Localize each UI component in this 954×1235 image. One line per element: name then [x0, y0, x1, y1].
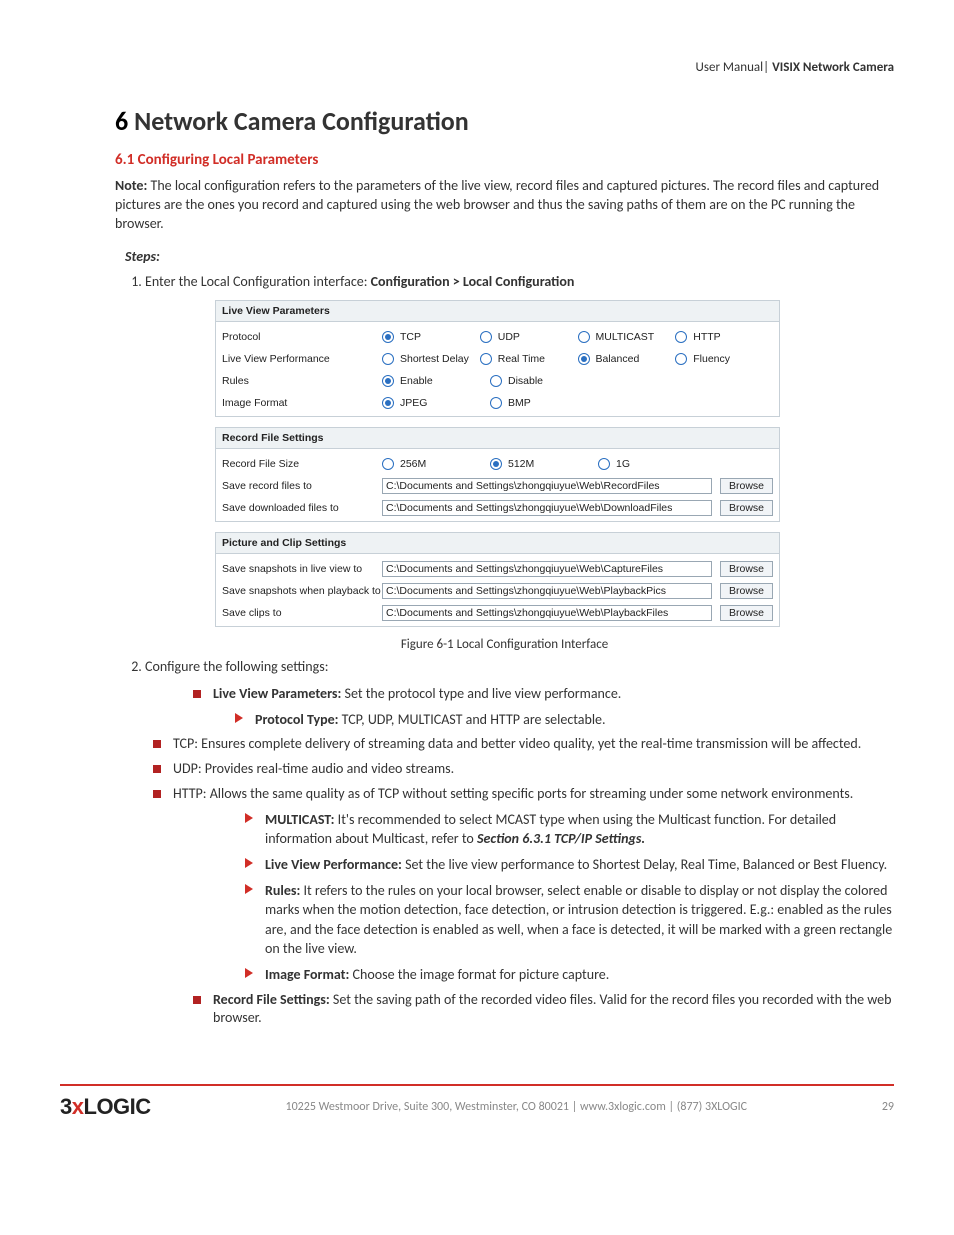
page-number: 29 [882, 1100, 894, 1114]
radio-rules-enable[interactable] [382, 375, 394, 387]
bullet-protocols: TCP: Ensures complete delivery of stream… [145, 735, 894, 984]
config-panel: Live View Parameters Protocol TCP UDP MU… [215, 300, 780, 627]
save-download-input[interactable]: C:\Documents and Settings\zhongqiuyue\We… [382, 500, 712, 516]
header-right: VISIX Network Camera [769, 60, 894, 75]
save-download-label: Save downloaded files to [222, 502, 382, 514]
snap-live-input[interactable]: C:\Documents and Settings\zhongqiuyue\We… [382, 561, 712, 577]
note-label: Note: [115, 177, 147, 194]
bullet-http: HTTP: Allows the same quality as of TCP … [145, 785, 894, 985]
section-heading: 6.1 Configuring Local Parameters [115, 151, 894, 169]
step-2: Configure the following settings: [145, 658, 894, 675]
bullet-multicast: MULTICAST: It's recommended to select MC… [243, 810, 894, 849]
radio-jpeg[interactable] [382, 397, 394, 409]
radio-multicast[interactable] [578, 331, 590, 343]
rules-label: Rules [222, 375, 382, 387]
snap-pb-input[interactable]: C:\Documents and Settings\zhongqiuyue\We… [382, 583, 712, 599]
bullet-rules: Rules: It refers to the rules on your lo… [243, 881, 894, 959]
protocol-label: Protocol [222, 331, 382, 343]
chapter-heading: 6 Network Camera Configuration [115, 105, 894, 137]
section-number: 6.1 [115, 151, 134, 169]
save-record-input[interactable]: C:\Documents and Settings\zhongqiuyue\We… [382, 478, 712, 494]
snap-pb-label: Save snapshots when playback to [222, 585, 382, 597]
panel-body-liveview: Protocol TCP UDP MULTICAST HTTP Live Vie… [215, 321, 780, 417]
step1-path: Configuration > Local Configuration [371, 273, 575, 290]
radio-512m[interactable] [490, 458, 502, 470]
step-1: Enter the Local Configuration interface:… [145, 273, 894, 290]
panel-body-picture: Save snapshots in live view to C:\Docume… [215, 553, 780, 627]
bullet-protocol-type: Protocol Type: TCP, UDP, MULTICAST and H… [233, 710, 894, 730]
bullet-lv1: Live View Parameters: Set the protocol t… [185, 685, 894, 729]
page-header: User Manual| VISIX Network Camera [115, 60, 894, 75]
bullet-liveview-params: Live View Parameters: Set the protocol t… [185, 685, 894, 729]
radio-http[interactable] [675, 331, 687, 343]
browse-snap-pb-button[interactable]: Browse [720, 583, 773, 599]
steps-label: Steps: [125, 248, 894, 265]
radio-tcp[interactable] [382, 331, 394, 343]
section-title: Configuring Local Parameters [138, 151, 319, 169]
radio-udp[interactable] [480, 331, 492, 343]
footer-address: 10225 Westmoor Drive, Suite 300, Westmin… [285, 1100, 747, 1114]
figure-caption: Figure 6-1 Local Configuration Interface [115, 637, 894, 652]
save-record-label: Save record files to [222, 480, 382, 492]
lvp-label: Live View Performance [222, 353, 382, 365]
bullet-imgfmt: Image Format: Choose the image format fo… [243, 965, 894, 985]
radio-fluency[interactable] [675, 353, 687, 365]
bullet-recfile: Record File Settings: Set the saving pat… [185, 991, 894, 1029]
radio-1g[interactable] [598, 458, 610, 470]
page-footer: 3xLOGIC 10225 Westmoor Drive, Suite 300,… [0, 1094, 954, 1130]
chapter-title: Network Camera Configuration [134, 105, 469, 137]
step1-prefix: Enter the Local Configuration interface: [145, 273, 371, 290]
radio-256m[interactable] [382, 458, 394, 470]
browse-clips-button[interactable]: Browse [720, 605, 773, 621]
clips-label: Save clips to [222, 607, 382, 619]
radio-real-time[interactable] [480, 353, 492, 365]
panel-header-record: Record File Settings [215, 427, 780, 448]
clips-input[interactable]: C:\Documents and Settings\zhongqiuyue\We… [382, 605, 712, 621]
header-left: User Manual| [696, 60, 770, 75]
panel-body-record: Record File Size 256M 512M 1G Save recor… [215, 448, 780, 522]
browse-download-button[interactable]: Browse [720, 500, 773, 516]
steps-list-2: Configure the following settings: [145, 658, 894, 675]
radio-rules-disable[interactable] [490, 375, 502, 387]
chapter-number: 6 [115, 105, 128, 137]
imgfmt-label: Image Format [222, 397, 382, 409]
browse-snap-live-button[interactable]: Browse [720, 561, 773, 577]
note-text: The local configuration refers to the pa… [115, 177, 879, 232]
note-paragraph: Note: The local configuration refers to … [115, 177, 894, 234]
snap-live-label: Save snapshots in live view to [222, 563, 382, 575]
panel-header-picture: Picture and Clip Settings [215, 532, 780, 553]
radio-bmp[interactable] [490, 397, 502, 409]
logo: 3xLOGIC [60, 1094, 151, 1120]
bullet-tcp: TCP: Ensures complete delivery of stream… [145, 735, 894, 754]
bullet-lvp: Live View Performance: Set the live view… [243, 855, 894, 875]
bullet-udp: UDP: Provides real-time audio and video … [145, 760, 894, 779]
radio-balanced[interactable] [578, 353, 590, 365]
footer-rule [60, 1084, 894, 1086]
browse-record-button[interactable]: Browse [720, 478, 773, 494]
radio-shortest-delay[interactable] [382, 353, 394, 365]
bullet-recfile-wrap: Record File Settings: Set the saving pat… [185, 991, 894, 1029]
panel-header-liveview: Live View Parameters [215, 300, 780, 321]
steps-list: Enter the Local Configuration interface:… [145, 273, 894, 290]
rfs-label: Record File Size [222, 458, 382, 470]
